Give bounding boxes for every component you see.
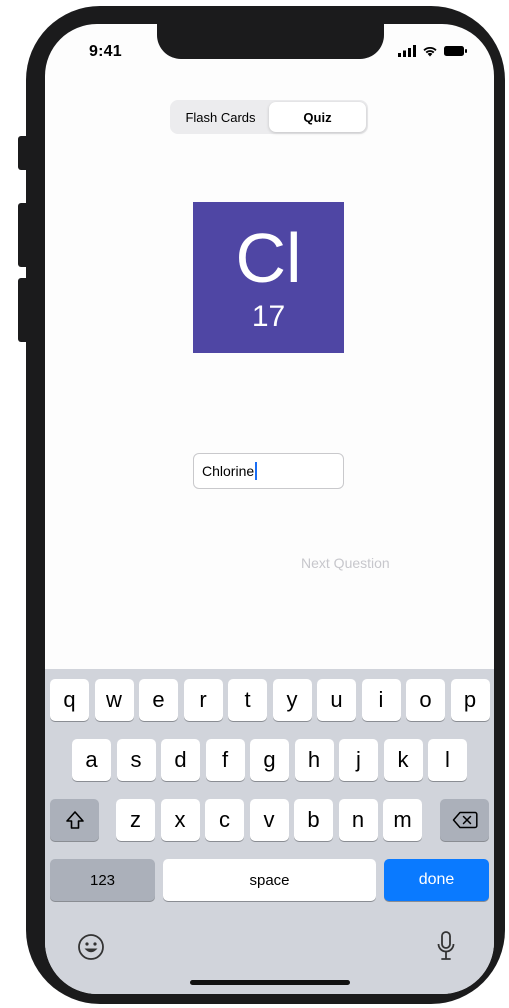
key-s[interactable]: s (116, 739, 156, 781)
key-r[interactable]: r (183, 679, 223, 721)
key-k[interactable]: k (383, 739, 423, 781)
key-x[interactable]: x (160, 799, 200, 841)
key-d[interactable]: d (161, 739, 200, 781)
microphone-icon[interactable] (437, 931, 455, 961)
answer-input-value: Chlorine (202, 463, 255, 479)
key-w[interactable]: w (94, 679, 134, 721)
wifi-icon (423, 46, 437, 57)
key-h[interactable]: h (294, 739, 334, 781)
next-question-button[interactable]: Next Question (301, 555, 390, 571)
atomic-number: 17 (251, 300, 286, 333)
cellular-signal-icon (398, 45, 416, 57)
numbers-key[interactable]: 123 (50, 859, 155, 901)
home-indicator (190, 980, 350, 985)
answer-input[interactable]: Chlorine (193, 453, 344, 489)
notch (157, 24, 384, 59)
key-b[interactable]: b (294, 799, 333, 841)
key-n[interactable]: n (338, 799, 378, 841)
key-z[interactable]: z (116, 799, 155, 841)
shift-icon (65, 811, 84, 829)
key-l[interactable]: l (428, 739, 467, 781)
shift-key[interactable] (50, 799, 99, 841)
status-icons (398, 44, 468, 58)
backspace-icon (452, 811, 478, 829)
key-f[interactable]: f (205, 739, 245, 781)
phone-screen: 9:41 Flash Cards Quiz Cl 17 Chlorine Nex… (45, 24, 494, 994)
key-m[interactable]: m (383, 799, 422, 841)
element-card: Cl 17 (193, 202, 344, 353)
key-y[interactable]: y (272, 679, 312, 721)
quiz-segment[interactable]: Quiz (269, 102, 366, 132)
key-i[interactable]: i (361, 679, 401, 721)
key-q[interactable]: q (50, 679, 89, 721)
keyboard: qwertyuiop asdfghjkl zxcvbnm 123 space d… (45, 669, 494, 994)
space-key[interactable]: space (163, 859, 376, 901)
emoji-icon[interactable] (77, 933, 105, 961)
key-p[interactable]: p (450, 679, 490, 721)
delete-key[interactable] (440, 799, 489, 841)
volume-down-button[interactable] (18, 278, 26, 342)
key-u[interactable]: u (317, 679, 356, 721)
volume-up-button[interactable] (18, 203, 26, 267)
key-e[interactable]: e (139, 679, 178, 721)
text-caret (255, 462, 258, 480)
battery-icon (444, 46, 467, 56)
key-o[interactable]: o (406, 679, 445, 721)
done-key[interactable]: done (384, 859, 489, 901)
status-time: 9:41 (89, 43, 122, 60)
silent-switch[interactable] (18, 136, 26, 170)
key-t[interactable]: t (228, 679, 267, 721)
key-v[interactable]: v (249, 799, 289, 841)
flash-cards-segment[interactable]: Flash Cards (172, 102, 269, 132)
key-c[interactable]: c (205, 799, 244, 841)
key-j[interactable]: j (339, 739, 378, 781)
key-g[interactable]: g (250, 739, 289, 781)
key-a[interactable]: a (72, 739, 111, 781)
mode-segmented-control: Flash Cards Quiz (170, 100, 368, 134)
element-symbol: Cl (235, 219, 302, 297)
